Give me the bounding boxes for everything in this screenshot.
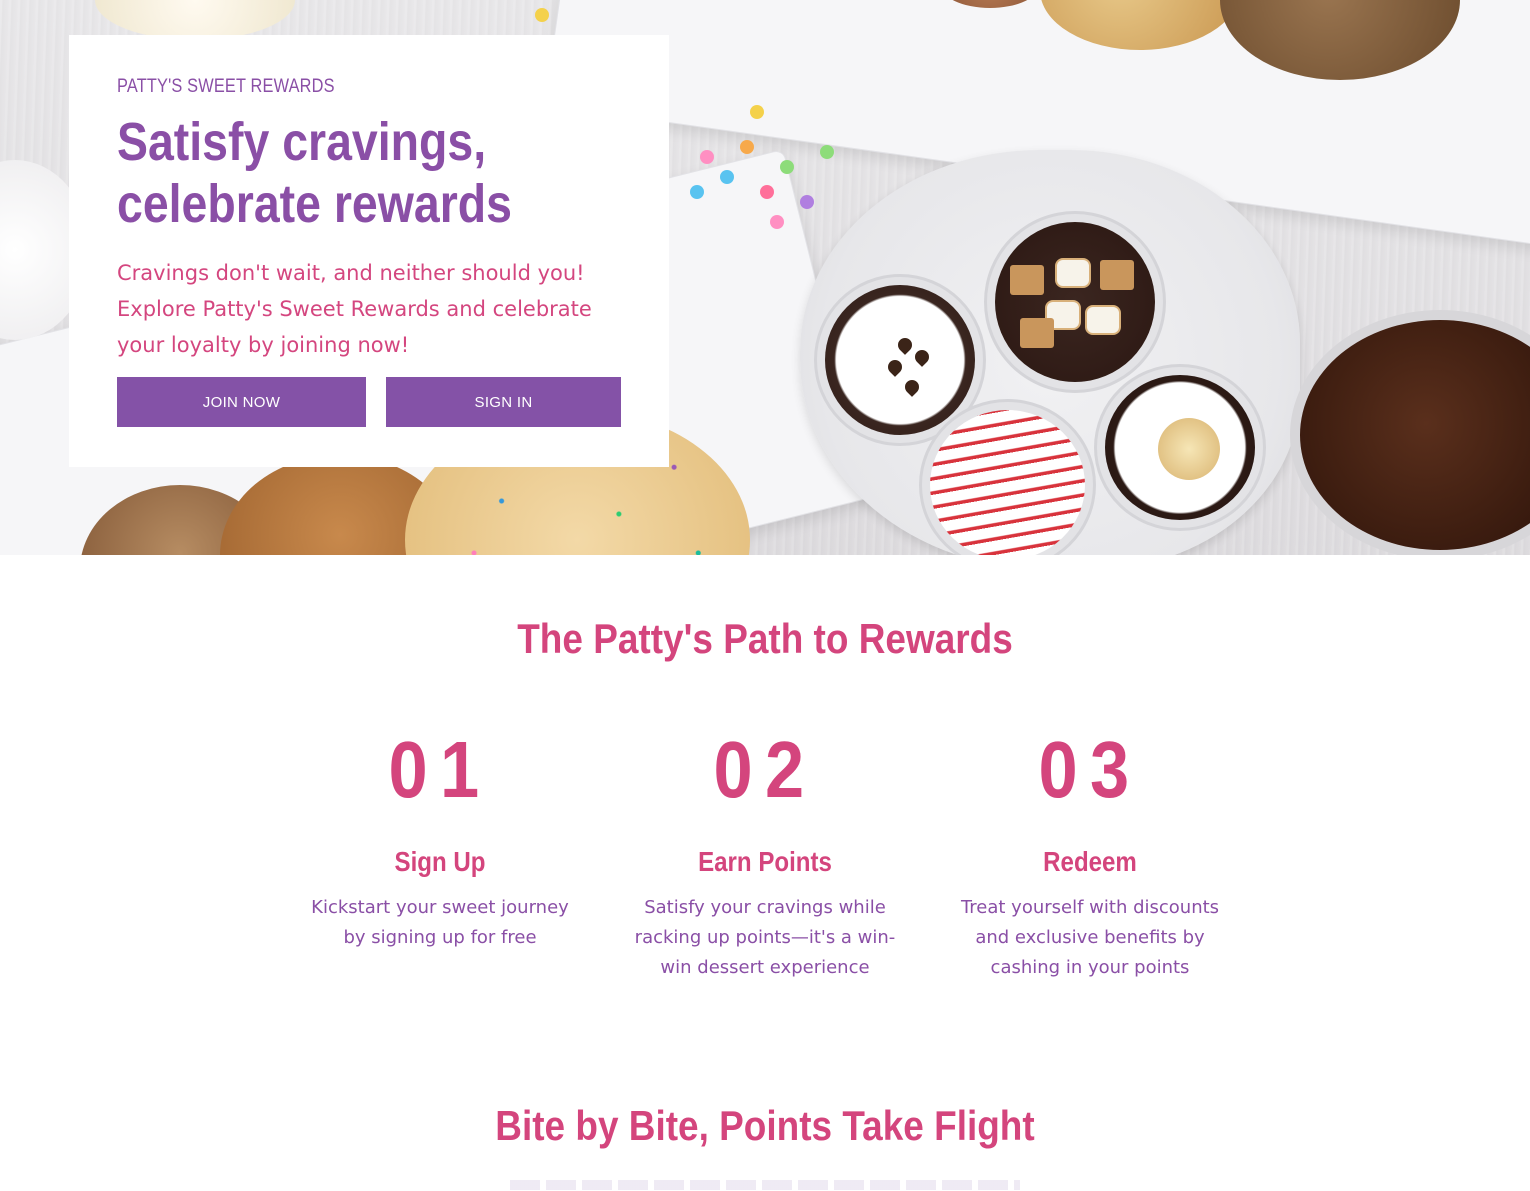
step-number: 03 bbox=[1038, 725, 1142, 814]
step-redeem: 03 Redeem Treat yourself with discounts … bbox=[940, 725, 1240, 983]
confetti-image bbox=[780, 160, 794, 174]
confetti-image bbox=[820, 145, 834, 159]
cupcake-image bbox=[1300, 320, 1530, 550]
join-now-button[interactable]: JOIN NOW bbox=[117, 377, 366, 427]
hero-description: Cravings don't wait, and neither should … bbox=[117, 261, 592, 357]
cookie-image bbox=[95, 0, 295, 40]
hero-eyebrow: PATTY'S SWEET REWARDS bbox=[117, 76, 335, 97]
confetti-image bbox=[770, 215, 784, 229]
bite-section-subtitle-cutoff bbox=[510, 1180, 1020, 1190]
step-number: 01 bbox=[388, 725, 492, 814]
confetti-image bbox=[690, 185, 704, 199]
dipped-cookie-image bbox=[825, 285, 975, 435]
confetti-image bbox=[535, 8, 549, 22]
step-sign-up: 01 Sign Up Kickstart your sweet journey … bbox=[290, 725, 590, 953]
step-title: Earn Points bbox=[698, 846, 832, 877]
step-description: Treat yourself with discounts and exclus… bbox=[960, 897, 1220, 978]
hero-title-line2: celebrate rewards bbox=[117, 174, 512, 234]
marshmallow-image bbox=[1085, 305, 1121, 335]
graham-cracker-image bbox=[1020, 318, 1054, 348]
hero-actions: JOIN NOW SIGN IN bbox=[117, 377, 621, 427]
step-title: Sign Up bbox=[394, 846, 486, 877]
graham-cracker-image bbox=[1010, 265, 1044, 295]
confetti-image bbox=[800, 195, 814, 209]
step-description: Satisfy your cravings while racking up p… bbox=[634, 897, 896, 978]
confetti-image bbox=[740, 140, 754, 154]
banana-chip-image bbox=[1158, 418, 1220, 480]
graham-cracker-image bbox=[1100, 260, 1134, 290]
sign-in-button[interactable]: SIGN IN bbox=[386, 377, 621, 427]
path-section-title: The Patty's Path to Rewards bbox=[517, 615, 1013, 662]
hero-card: PATTY'S SWEET REWARDS Satisfy cravings, … bbox=[69, 35, 669, 467]
marshmallow-image bbox=[1055, 258, 1091, 288]
step-number: 02 bbox=[713, 725, 817, 814]
step-title: Redeem bbox=[1043, 846, 1137, 877]
confetti-image bbox=[700, 150, 714, 164]
striped-cookie-image bbox=[930, 410, 1085, 555]
step-description: Kickstart your sweet journey by signing … bbox=[311, 897, 569, 948]
hero-title: Satisfy cravings, celebrate rewards bbox=[117, 111, 599, 235]
confetti-image bbox=[750, 105, 764, 119]
hero-title-line1: Satisfy cravings, bbox=[117, 112, 487, 172]
hero-banner: PATTY'S SWEET REWARDS Satisfy cravings, … bbox=[0, 0, 1530, 555]
step-earn-points: 02 Earn Points Satisfy your cravings whi… bbox=[615, 725, 915, 983]
confetti-image bbox=[720, 170, 734, 184]
bite-section-title: Bite by Bite, Points Take Flight bbox=[495, 1102, 1035, 1149]
confetti-image bbox=[760, 185, 774, 199]
